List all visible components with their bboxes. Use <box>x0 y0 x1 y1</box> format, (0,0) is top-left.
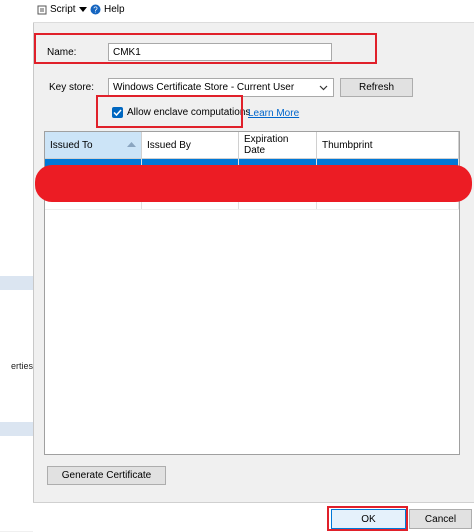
toolbar: Script ? Help <box>33 0 474 23</box>
key-store-label: Key store: <box>49 82 95 93</box>
key-store-select[interactable]: Windows Certificate Store - Current User <box>108 78 334 97</box>
redaction-overlay <box>35 165 472 202</box>
column-header-expiration-date[interactable]: Expiration Date <box>239 132 317 159</box>
learn-more-link[interactable]: Learn More <box>248 108 299 119</box>
column-header-issued-by[interactable]: Issued By <box>142 132 239 159</box>
name-input[interactable] <box>108 43 332 61</box>
svg-text:?: ? <box>93 6 98 15</box>
chevron-down-icon <box>319 85 328 90</box>
help-label: Help <box>104 4 125 15</box>
left-pane <box>0 0 34 531</box>
dropdown-arrow-icon[interactable] <box>78 6 87 13</box>
help-button[interactable]: ? Help <box>90 4 125 15</box>
sort-ascending-icon <box>127 142 136 147</box>
script-button[interactable]: Script <box>37 4 87 15</box>
generate-certificate-button[interactable]: Generate Certificate <box>47 466 166 485</box>
script-label: Script <box>50 4 76 15</box>
script-icon <box>37 5 47 14</box>
column-header-issued-to[interactable]: Issued To <box>45 132 142 159</box>
ok-button[interactable]: OK <box>331 509 406 529</box>
cancel-button[interactable]: Cancel <box>409 509 472 529</box>
key-store-value: Windows Certificate Store - Current User <box>113 82 295 93</box>
column-header-thumbprint[interactable]: Thumbprint <box>317 132 459 159</box>
enclave-checkbox[interactable] <box>112 107 123 118</box>
refresh-button[interactable]: Refresh <box>340 78 413 97</box>
dialog-footer <box>33 502 474 532</box>
checkmark-icon <box>113 109 122 117</box>
help-icon: ? <box>90 4 101 15</box>
left-pane-selected-band <box>0 276 33 290</box>
left-pane-selected-band <box>0 422 33 436</box>
enclave-label[interactable]: Allow enclave computations <box>127 107 250 118</box>
left-pane-properties-text: erties <box>10 361 33 371</box>
name-label: Name: <box>47 47 77 58</box>
